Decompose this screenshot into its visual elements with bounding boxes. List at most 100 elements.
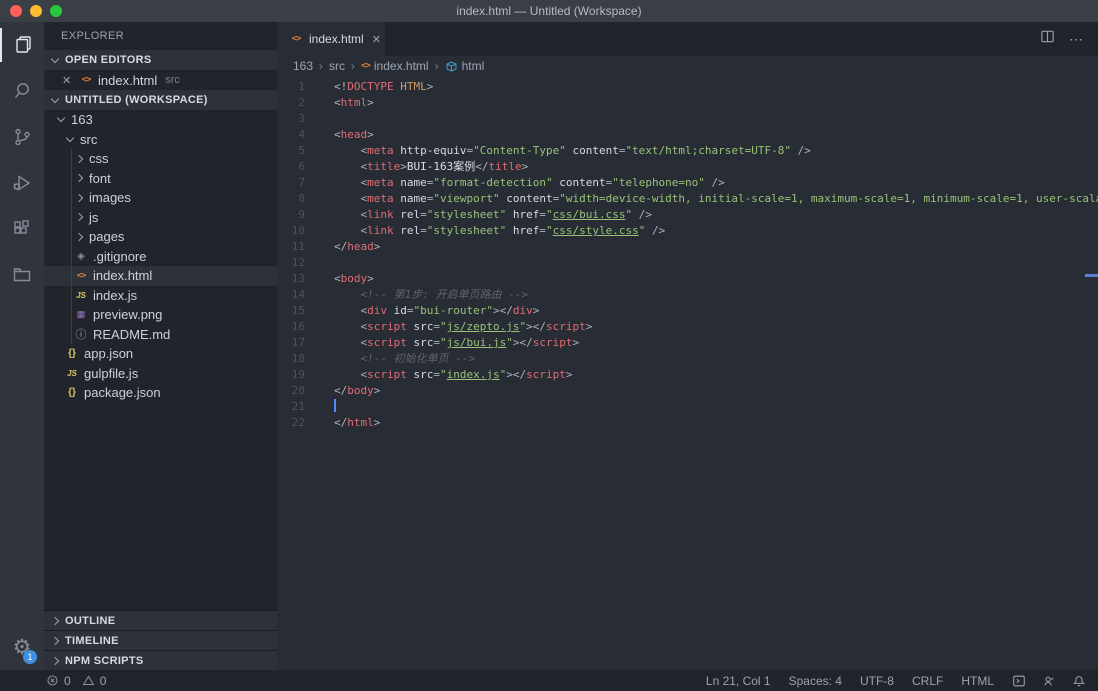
breadcrumb-label: html — [462, 59, 485, 73]
line-number[interactable]: 1 — [277, 79, 317, 95]
line-number[interactable]: 3 — [277, 111, 317, 127]
line-content — [317, 255, 334, 271]
line-number[interactable]: 18 — [277, 351, 317, 367]
line-content: <div id="bui-router"></div> — [317, 303, 539, 319]
code-line[interactable]: 2<html> — [277, 95, 1098, 111]
tab-index-html[interactable]: <> index.html ✕ — [277, 22, 385, 56]
line-number[interactable]: 15 — [277, 303, 317, 319]
code-line[interactable]: 12 — [277, 255, 1098, 271]
code-line[interactable]: 21 — [277, 399, 1098, 415]
line-number[interactable]: 19 — [277, 367, 317, 383]
breadcrumb-item-index-html[interactable]: <>index.html — [361, 59, 429, 73]
line-number[interactable]: 14 — [277, 287, 317, 303]
code-line[interactable]: 6 <title>BUI-163案例</title> — [277, 159, 1098, 175]
line-number[interactable]: 17 — [277, 335, 317, 351]
status-item-utf-8[interactable]: UTF-8 — [860, 674, 894, 688]
line-number[interactable]: 13 — [277, 271, 317, 287]
tree-item-gulpfile-js[interactable]: JSgulpfile.js — [44, 364, 277, 384]
code-line[interactable]: 18 <!-- 初始化单页 --> — [277, 351, 1098, 367]
section-header-outline[interactable]: OUTLINE — [44, 610, 277, 630]
tree-item-src[interactable]: src — [44, 130, 277, 150]
feedback-icon[interactable] — [1042, 674, 1056, 688]
problems-status[interactable]: 0 0 — [0, 674, 106, 688]
line-number[interactable]: 10 — [277, 223, 317, 239]
explorer-icon[interactable] — [0, 22, 44, 68]
tree-item-index-js[interactable]: JSindex.js — [44, 286, 277, 306]
source-control-icon[interactable] — [0, 114, 44, 160]
code-line[interactable]: 3 — [277, 111, 1098, 127]
tree-item-label: font — [89, 171, 111, 186]
manage-gear-icon[interactable]: ⚙ 1 — [0, 624, 44, 670]
line-number[interactable]: 21 — [277, 399, 317, 415]
section-label: NPM SCRIPTS — [65, 655, 143, 667]
line-content: <title>BUI-163案例</title> — [317, 159, 528, 175]
line-number[interactable]: 11 — [277, 239, 317, 255]
code-line[interactable]: 4<head> — [277, 127, 1098, 143]
code-line[interactable]: 20</body> — [277, 383, 1098, 399]
breadcrumb-item-src[interactable]: src — [329, 59, 345, 73]
search-icon[interactable] — [0, 68, 44, 114]
code-line[interactable]: 22</html> — [277, 415, 1098, 431]
section-header-timeline[interactable]: TIMELINE — [44, 630, 277, 650]
line-number[interactable]: 22 — [277, 415, 317, 431]
line-number[interactable]: 20 — [277, 383, 317, 399]
code-line[interactable]: 19 <script src="index.js"></script> — [277, 367, 1098, 383]
tree-item-readme-md[interactable]: ⓘREADME.md — [44, 325, 277, 345]
tree-item-package-json[interactable]: {}package.json — [44, 383, 277, 403]
code-line[interactable]: 14 <!-- 第1步: 开启单页路由 --> — [277, 287, 1098, 303]
section-header-npm-scripts[interactable]: NPM SCRIPTS — [44, 650, 277, 670]
split-editor-icon[interactable] — [1040, 29, 1055, 49]
code-line[interactable]: 15 <div id="bui-router"></div> — [277, 303, 1098, 319]
code-line[interactable]: 5 <meta http-equiv="Content-Type" conten… — [277, 143, 1098, 159]
status-item-crlf[interactable]: CRLF — [912, 674, 943, 688]
workspace-header[interactable]: UNTITLED (WORKSPACE) — [44, 90, 277, 110]
tree-item-app-json[interactable]: {}app.json — [44, 344, 277, 364]
more-actions-icon[interactable]: ⋯ — [1069, 31, 1084, 48]
line-number[interactable]: 4 — [277, 127, 317, 143]
status-item-spaces-4[interactable]: Spaces: 4 — [789, 674, 842, 688]
code-line[interactable]: 13<body> — [277, 271, 1098, 287]
line-number[interactable]: 5 — [277, 143, 317, 159]
line-number[interactable]: 7 — [277, 175, 317, 191]
tree-item-label: index.html — [93, 268, 152, 283]
line-number[interactable]: 9 — [277, 207, 317, 223]
tree-item-js[interactable]: js — [44, 208, 277, 228]
breadcrumb-item-html[interactable]: html — [445, 59, 485, 73]
code-line[interactable]: 7 <meta name="format-detection" content=… — [277, 175, 1098, 191]
code-line[interactable]: 8 <meta name="viewport" content="width=d… — [277, 191, 1098, 207]
code-line[interactable]: 1<!DOCTYPE HTML> — [277, 79, 1098, 95]
line-number[interactable]: 16 — [277, 319, 317, 335]
tab-close-icon[interactable]: ✕ — [372, 33, 381, 46]
code-line[interactable]: 9 <link rel="stylesheet" href="css/bui.c… — [277, 207, 1098, 223]
run-and-debug-icon[interactable] — [0, 160, 44, 206]
code-editor[interactable]: 1<!DOCTYPE HTML>2<html>34<head>5 <meta h… — [277, 76, 1098, 670]
open-editor-item[interactable]: ✕ <> index.html src — [44, 70, 277, 90]
tree-item--gitignore[interactable]: ◈.gitignore — [44, 247, 277, 267]
code-line[interactable]: 16 <script src="js/zepto.js"></script> — [277, 319, 1098, 335]
line-number[interactable]: 12 — [277, 255, 317, 271]
tree-item-preview-png[interactable]: ▦preview.png — [44, 305, 277, 325]
extensions-icon[interactable] — [0, 206, 44, 252]
status-item-ln-21-col-1[interactable]: Ln 21, Col 1 — [706, 674, 771, 688]
settings-badge: 1 — [23, 650, 37, 664]
code-line[interactable]: 17 <script src="js/bui.js"></script> — [277, 335, 1098, 351]
code-line[interactable]: 11</head> — [277, 239, 1098, 255]
tree-item-163[interactable]: 163 — [44, 110, 277, 130]
notifications-bell-icon[interactable] — [1072, 674, 1086, 688]
tree-item-pages[interactable]: pages — [44, 227, 277, 247]
folder-explorer-icon[interactable] — [0, 252, 44, 298]
line-number[interactable]: 6 — [277, 159, 317, 175]
tree-item-font[interactable]: font — [44, 169, 277, 189]
tree-item-css[interactable]: css — [44, 149, 277, 169]
tree-item-images[interactable]: images — [44, 188, 277, 208]
code-line[interactable]: 10 <link rel="stylesheet" href="css/styl… — [277, 223, 1098, 239]
vscode-window: index.html — Untitled (Workspace) — [0, 0, 1098, 691]
line-number[interactable]: 8 — [277, 191, 317, 207]
breadcrumb-item-163[interactable]: 163 — [293, 59, 313, 73]
line-number[interactable]: 2 — [277, 95, 317, 111]
terminal-launch-icon[interactable] — [1012, 674, 1026, 688]
status-item-html[interactable]: HTML — [961, 674, 994, 688]
tree-item-index-html[interactable]: <>index.html — [44, 266, 277, 286]
open-editors-header[interactable]: OPEN EDITORS — [44, 50, 277, 70]
close-icon[interactable]: ✕ — [62, 74, 74, 87]
